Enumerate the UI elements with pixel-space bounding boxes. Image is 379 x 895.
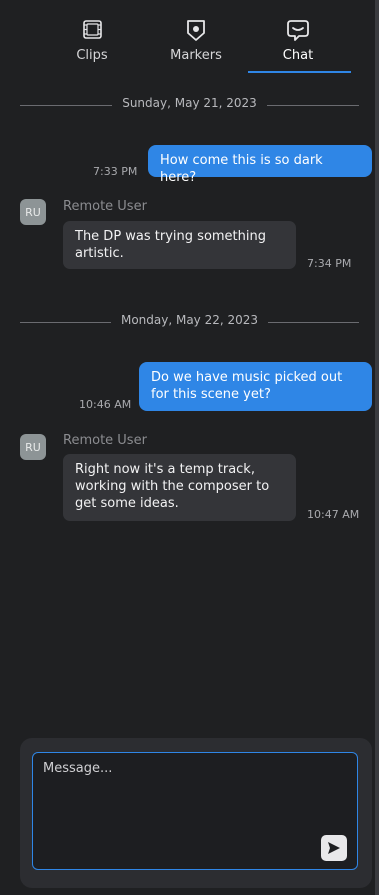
tab-markers[interactable]: Markers bbox=[146, 18, 246, 74]
tab-markers-label: Markers bbox=[170, 48, 222, 63]
tab-clips-label: Clips bbox=[76, 48, 108, 63]
panel-edge bbox=[375, 0, 379, 895]
sender-name: Remote User bbox=[63, 199, 147, 214]
avatar: RU bbox=[20, 434, 46, 460]
chat-icon bbox=[287, 20, 309, 41]
avatar: RU bbox=[20, 199, 46, 225]
date-label: Sunday, May 21, 2023 bbox=[112, 96, 267, 110]
marker-icon bbox=[187, 20, 205, 41]
tab-bar: Clips Markers Chat bbox=[0, 0, 379, 80]
incoming-message: Right now it's a temp track, working wit… bbox=[63, 454, 296, 521]
outgoing-message: Do we have music picked out for this sce… bbox=[139, 362, 372, 411]
clips-icon bbox=[83, 20, 102, 39]
active-tab-indicator bbox=[248, 71, 351, 73]
chat-panel: Clips Markers Chat Sunday, May 21, 2023 … bbox=[0, 0, 379, 895]
tab-chat-label: Chat bbox=[282, 48, 314, 63]
send-icon bbox=[328, 842, 340, 854]
incoming-message: The DP was trying something artistic. bbox=[63, 221, 296, 269]
message-time: 7:34 PM bbox=[307, 257, 352, 270]
message-field[interactable] bbox=[32, 752, 358, 870]
date-label: Monday, May 22, 2023 bbox=[110, 313, 269, 327]
send-button[interactable] bbox=[321, 835, 347, 861]
message-time: 7:33 PM bbox=[93, 165, 138, 178]
composer-area bbox=[20, 738, 372, 888]
tab-clips[interactable]: Clips bbox=[42, 18, 142, 74]
outgoing-message: How come this is so dark here? bbox=[148, 145, 372, 185]
date-separator: Sunday, May 21, 2023 bbox=[20, 95, 359, 115]
message-input[interactable] bbox=[33, 753, 357, 869]
message-time: 10:46 AM bbox=[79, 398, 132, 411]
sender-name: Remote User bbox=[63, 433, 147, 448]
date-separator: Monday, May 22, 2023 bbox=[20, 312, 359, 332]
tab-chat[interactable]: Chat bbox=[248, 18, 348, 74]
message-time: 10:47 AM bbox=[307, 508, 360, 521]
